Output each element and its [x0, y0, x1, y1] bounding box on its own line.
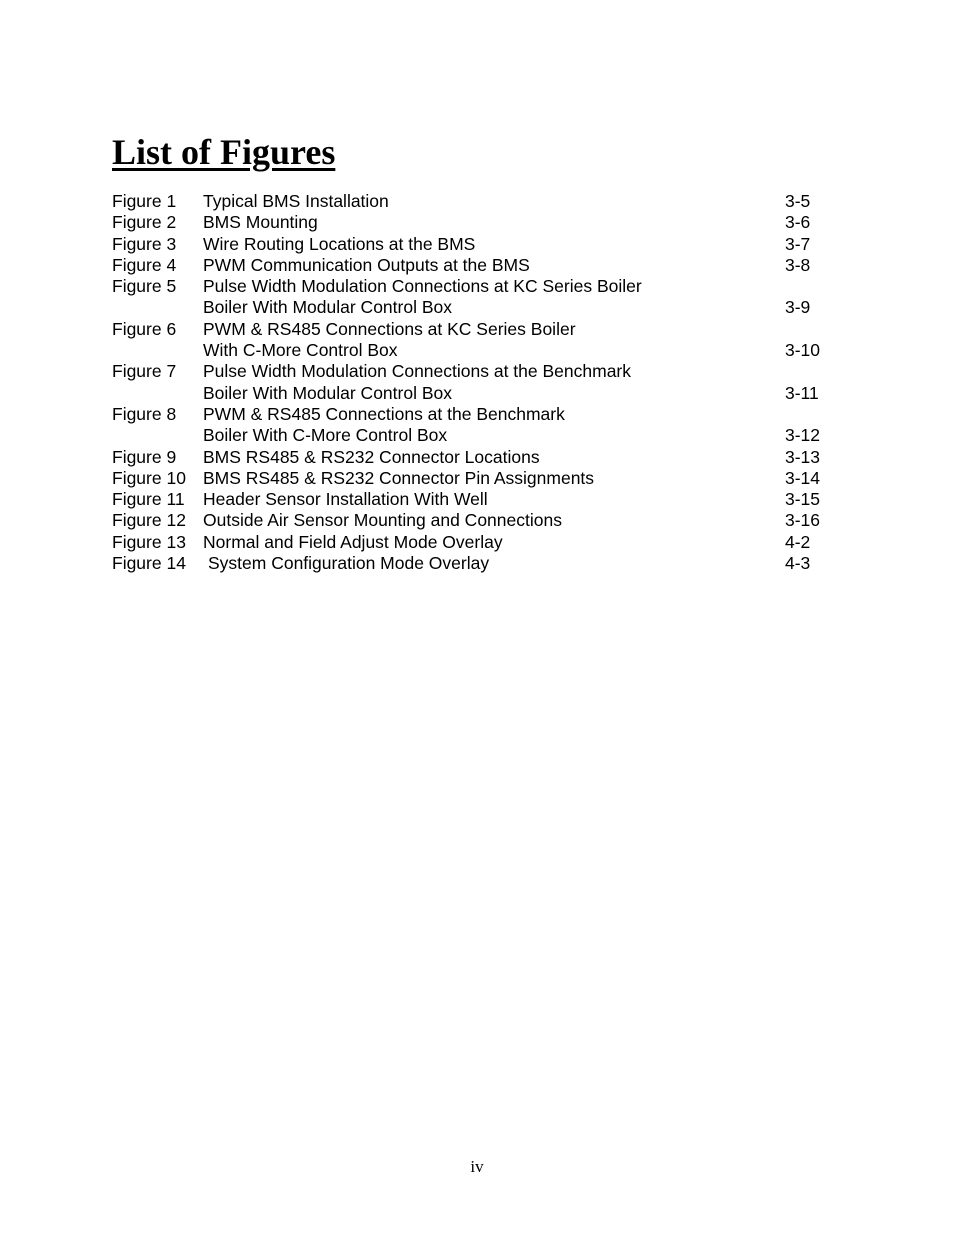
figure-page-reference: 3-12 [785, 425, 821, 446]
figure-title: BMS Mounting [203, 212, 318, 233]
figure-entry: Figure 14 System Configuration Mode Overl… [112, 553, 852, 574]
figure-label: Figure 11 [112, 489, 185, 510]
figure-entry: Figure 6 PWM & RS485 Connections at KC Se… [112, 319, 852, 340]
figure-page-reference: 3-16 [785, 510, 821, 531]
figure-title: BMS RS485 & RS232 Connector Locations [203, 446, 540, 467]
figure-label: Figure 4 [112, 254, 177, 275]
figure-entry: Figure 5 Pulse Width Modulation Connectio… [112, 276, 852, 297]
figure-label: Figure 2 [112, 212, 177, 233]
figure-label: Figure 10 [112, 467, 186, 488]
page-number: iv [470, 1157, 484, 1176]
figure-title: Boiler With Modular Control Box [203, 382, 452, 403]
figure-title: System Configuration Mode Overlay [208, 553, 490, 574]
figure-title: Boiler With Modular Control Box [203, 297, 452, 318]
figure-label: Figure 12 [112, 510, 186, 531]
figure-label: Figure 8 [112, 403, 177, 424]
figure-entry: Figure 3 Wire Routing Locations at the BM… [112, 234, 852, 255]
figure-list: Figure 1 Typical BMS Installation 3-5 Figur… [112, 191, 852, 574]
figure-entry: Figure 8 PWM & RS485 Connections at the B… [112, 404, 852, 425]
figure-entry: Figure 12 Outside Air Sensor Mounting and… [112, 510, 852, 531]
figure-label: Figure 7 [112, 361, 177, 382]
figure-title: Wire Routing Locations at the BMS [203, 233, 476, 254]
figure-title: With C-More Control Box [203, 340, 398, 361]
figure-entry-continuation: With C-More Control Box 3-10 [112, 340, 852, 361]
figure-page-reference: 3-5 [785, 191, 811, 211]
figure-label: Figure 13 [112, 531, 186, 552]
page-title: List of Figures [112, 132, 336, 172]
figure-title: PWM & RS485 Connections at KC Series Boi… [203, 318, 576, 339]
figure-title: PWM Communication Outputs at the BMS [203, 254, 530, 275]
figure-entry-continuation: Boiler With Modular Control Box 3-11 [112, 383, 852, 404]
figure-page-reference: 3-7 [785, 233, 811, 254]
figure-entry: Figure 1 Typical BMS Installation 3-5 [112, 191, 852, 212]
figure-page-reference: 4-3 [785, 553, 811, 574]
figure-page-reference: 4-2 [785, 531, 811, 552]
figure-entry: Figure 11 Header Sensor Installation With… [112, 489, 852, 510]
figure-title: Header Sensor Installation With Well [203, 489, 488, 510]
figure-label: Figure 6 [112, 318, 177, 339]
figure-entry: Figure 13 Normal and Field Adjust Mode Ov… [112, 532, 852, 553]
figure-entry-continuation: Boiler With Modular Control Box 3-9 [112, 297, 852, 318]
figure-entry: Figure 9 BMS RS485 & RS232 Connector Loca… [112, 447, 852, 468]
figure-label: Figure 3 [112, 233, 177, 254]
figure-title: Boiler With C-More Control Box [203, 425, 448, 446]
figure-label: Figure 5 [112, 276, 177, 297]
figure-page-reference: 3-10 [785, 340, 821, 361]
figure-entry: Figure 10 BMS RS485 & RS232 Connector Pin… [112, 468, 852, 489]
figure-entry: Figure 7 Pulse Width Modulation Connectio… [112, 361, 852, 382]
figure-title: Pulse Width Modulation Connections at th… [203, 361, 632, 382]
figure-page-reference: 3-15 [785, 489, 821, 510]
figure-page-reference: 3-8 [785, 254, 811, 275]
figure-title: Normal and Field Adjust Mode Overlay [203, 531, 503, 552]
figure-title: Pulse Width Modulation Connections at KC… [203, 276, 642, 297]
figure-label: Figure 14 [112, 553, 186, 574]
figure-page-reference: 3-14 [785, 467, 821, 488]
figure-title: Outside Air Sensor Mounting and Connecti… [203, 510, 562, 531]
figure-title: BMS RS485 & RS232 Connector Pin Assignme… [203, 467, 595, 488]
figure-page-reference: 3-11 [785, 382, 819, 403]
figure-title: PWM & RS485 Connections at the Benchmark [203, 403, 565, 424]
figure-label: Figure 9 [112, 446, 177, 467]
figure-label: Figure 1 [112, 191, 177, 211]
figure-page-reference: 3-6 [785, 212, 811, 233]
figure-title: Typical BMS Installation [203, 191, 389, 211]
figure-entry-continuation: Boiler With C-More Control Box 3-12 [112, 425, 852, 446]
figure-page-reference: 3-13 [785, 446, 821, 467]
figure-entry: Figure 2 BMS Mounting 3-6 [112, 212, 852, 233]
figure-entry: Figure 4 PWM Communication Outputs at the… [112, 255, 852, 276]
figure-page-reference: 3-9 [785, 297, 811, 318]
